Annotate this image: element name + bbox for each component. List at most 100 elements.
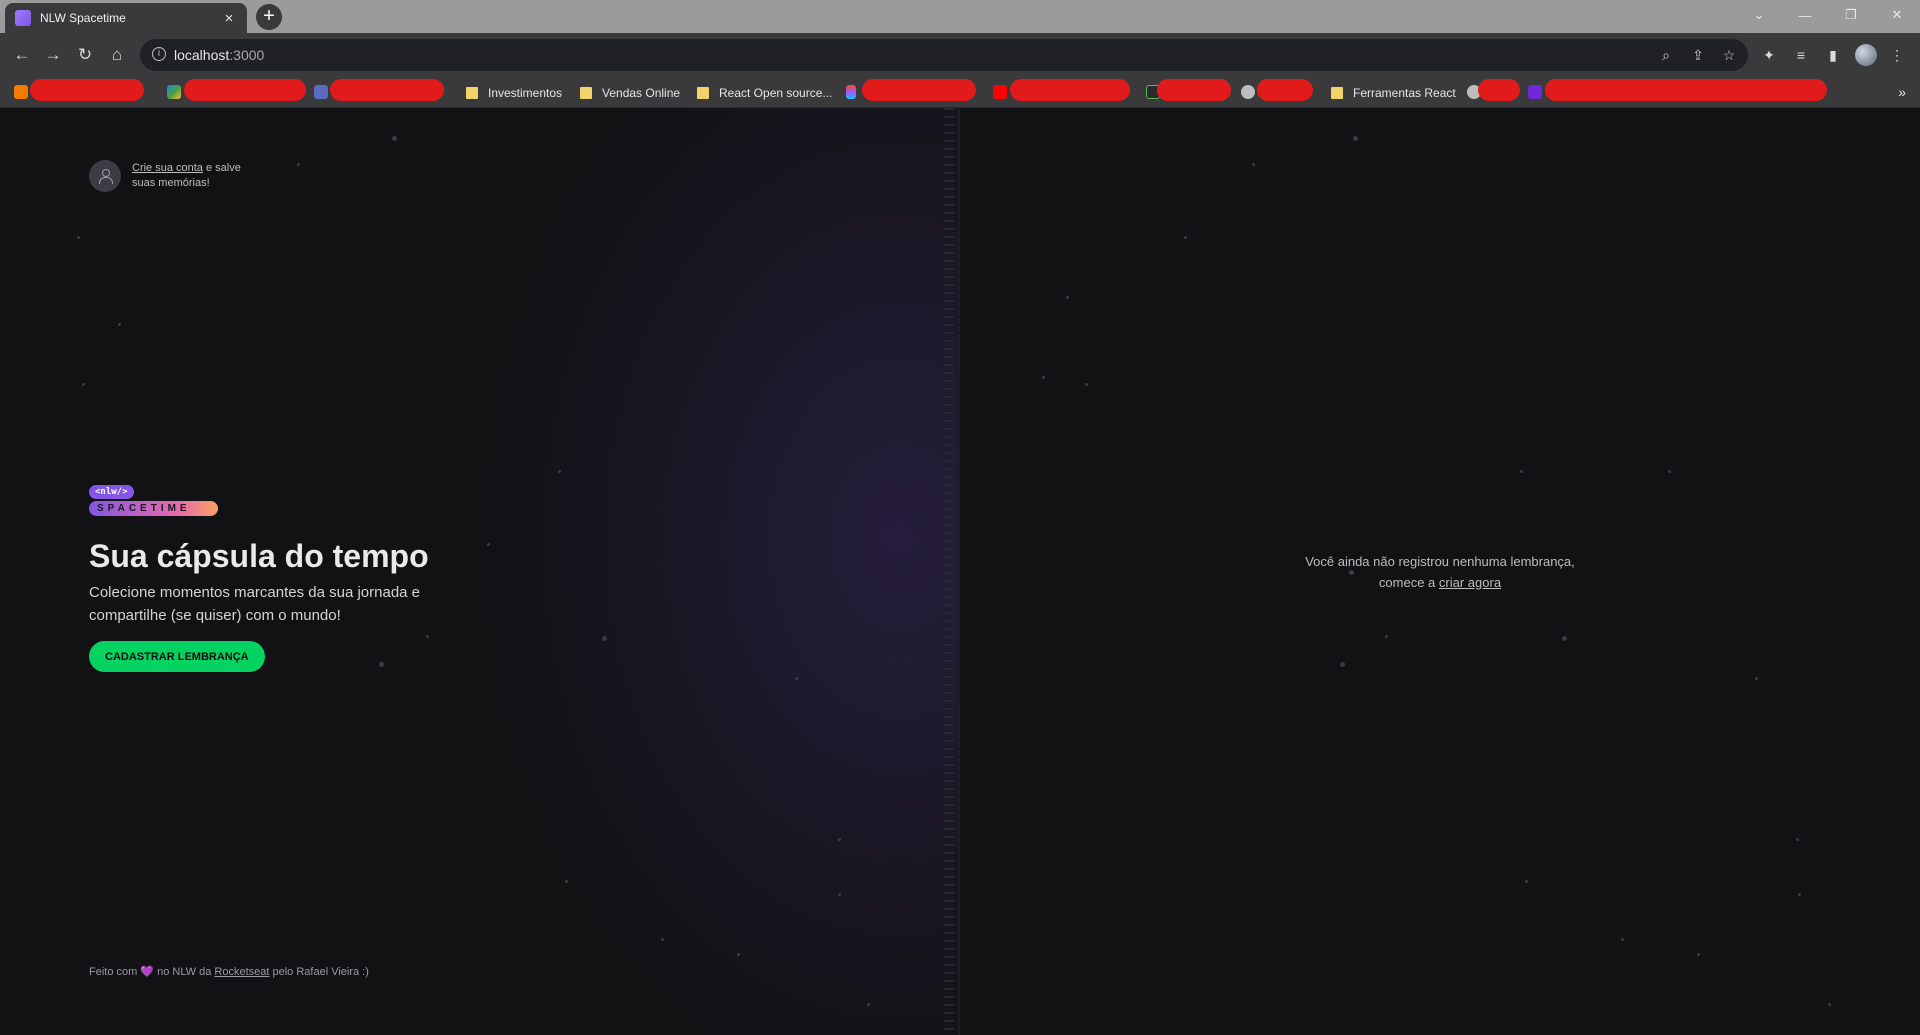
star-dot [1340, 662, 1345, 667]
star-dot [558, 470, 561, 473]
redacted-bookmark[interactable] [1478, 79, 1520, 101]
bookmarks-more-icon[interactable]: » [1898, 84, 1906, 100]
star-dot [1252, 163, 1255, 166]
star-dot [1796, 838, 1799, 841]
star-dot [565, 880, 568, 883]
browser-toolbar: ← → ↻ ⌂ i localhost:3000 ⌕ ⇪ ☆ ✦ ≡ ▮ ⋮ [0, 33, 1920, 77]
signin-prompt: Crie sua conta e salve suas memórias! [89, 160, 257, 192]
star-dot [867, 1003, 870, 1006]
window-close-button[interactable]: ✕ [1874, 7, 1920, 23]
register-memory-button[interactable]: CADASTRAR LEMBRANÇA [89, 641, 265, 672]
empty-state-line2: comece a criar agora [1378, 575, 1502, 590]
url-text: localhost:3000 [174, 47, 265, 63]
folder-icon [466, 87, 478, 99]
hero-subtitle: Colecione momentos marcantes da sua jorn… [89, 584, 421, 624]
redacted-bookmark[interactable] [1157, 79, 1231, 101]
star-dot [118, 323, 121, 326]
figma-icon[interactable] [846, 85, 856, 99]
bookmark-investimentos[interactable]: Investimentos [466, 83, 562, 103]
media-controls-icon[interactable]: ≡ [1790, 44, 1812, 66]
avatar[interactable] [89, 160, 121, 192]
star-dot [1353, 136, 1358, 141]
star-dot [426, 635, 429, 638]
star-dot [1085, 383, 1088, 386]
google-drive-icon[interactable] [167, 85, 181, 99]
redacted-bookmark[interactable] [1545, 79, 1827, 101]
browser-tab[interactable]: NLW Spacetime × [5, 3, 247, 33]
minimize-button[interactable]: — [1782, 8, 1828, 23]
profile-avatar[interactable] [1855, 44, 1877, 66]
star-dot [661, 938, 664, 941]
side-panel-icon[interactable]: ▮ [1822, 44, 1844, 66]
tab-search-icon[interactable]: ⌄ [1736, 7, 1782, 23]
redacted-bookmark[interactable] [184, 79, 306, 101]
star-dot [602, 636, 607, 641]
bookmark-ferramentas-react[interactable]: Ferramentas React [1331, 83, 1456, 103]
footer-credit: Feito com 💜 no NLW da Rocketseat pelo Ra… [89, 966, 369, 978]
star-dot [838, 893, 841, 896]
star-dot [1520, 470, 1523, 473]
browser-tab-strip: NLW Spacetime × + ⌄ — ❐ ✕ [0, 0, 1920, 33]
star-dot [487, 543, 490, 546]
folder-icon [697, 87, 709, 99]
user-icon [98, 169, 113, 184]
spacetime-favicon-icon [15, 10, 31, 26]
globe-icon[interactable] [1241, 85, 1255, 99]
share-icon[interactable]: ⇪ [1688, 45, 1708, 65]
create-account-link[interactable]: Crie sua conta [132, 162, 203, 174]
empty-state-message: Você ainda não registrou nenhuma lembran… [960, 551, 1920, 593]
logo-spacetime-wordmark: SPACETIME [89, 501, 218, 516]
star-dot [737, 953, 740, 956]
blogger-icon[interactable] [14, 85, 28, 99]
divider-stripes [944, 108, 954, 1035]
zoom-icon[interactable]: ⌕ [1656, 45, 1676, 65]
redacted-bookmark[interactable] [1010, 79, 1130, 101]
memories-panel: Você ainda não registrou nenhuma lembran… [960, 108, 1920, 1035]
bookmark-react-open-source[interactable]: React Open source... [697, 83, 832, 103]
redacted-bookmark[interactable] [30, 79, 144, 101]
tab-close-icon[interactable]: × [221, 10, 237, 27]
empty-state-line1: Você ainda não registrou nenhuma lembran… [1305, 554, 1575, 569]
star-dot [1525, 880, 1528, 883]
home-icon[interactable]: ⌂ [105, 43, 129, 67]
redacted-bookmark[interactable] [1257, 79, 1313, 101]
star-dot [1755, 677, 1758, 680]
page-content: Crie sua conta e salve suas memórias! <n… [0, 108, 1920, 1035]
site-info-icon[interactable]: i [152, 47, 166, 61]
nlw-spacetime-logo: <nlw/> SPACETIME [89, 481, 218, 516]
bookmark-favicon-icon[interactable] [314, 85, 328, 99]
forward-arrow-icon[interactable]: → [41, 43, 65, 67]
tab-title: NLW Spacetime [40, 11, 126, 25]
window-controls: ⌄ — ❐ ✕ [1736, 0, 1920, 30]
star-dot [1668, 470, 1671, 473]
new-tab-button[interactable]: + [256, 4, 282, 30]
extensions-icon[interactable]: ✦ [1758, 44, 1780, 66]
bookmark-star-icon[interactable]: ☆ [1719, 45, 1739, 65]
star-dot [1066, 296, 1069, 299]
redacted-bookmark[interactable] [330, 79, 444, 101]
hero-title: Sua cápsula do tempo [89, 538, 429, 574]
star-dot [82, 383, 85, 386]
reload-icon[interactable]: ↻ [73, 43, 97, 67]
heart-icon: 💜 [140, 966, 155, 978]
folder-icon [1331, 87, 1343, 99]
bookmark-vendas-online[interactable]: Vendas Online [580, 83, 680, 103]
create-now-link[interactable]: criar agora [1439, 575, 1501, 590]
star-dot [1562, 636, 1567, 641]
star-dot [1385, 635, 1388, 638]
back-arrow-icon[interactable]: ← [10, 43, 34, 67]
redacted-bookmark[interactable] [862, 79, 976, 101]
logo-nlw-tag: <nlw/> [89, 485, 134, 499]
star-dot [1621, 938, 1624, 941]
menu-icon[interactable]: ⋮ [1886, 44, 1908, 66]
star-dot [77, 236, 80, 239]
address-bar[interactable]: i localhost:3000 ⌕ ⇪ ☆ [140, 39, 1748, 71]
youtube-icon[interactable] [993, 85, 1007, 99]
restore-button[interactable]: ❐ [1828, 7, 1874, 23]
star-dot [297, 163, 300, 166]
star-dot [1697, 953, 1700, 956]
nuvemshop-icon[interactable] [1528, 85, 1542, 99]
star-dot [379, 662, 384, 667]
folder-icon [580, 87, 592, 99]
rocketseat-link[interactable]: Rocketseat [214, 966, 269, 978]
